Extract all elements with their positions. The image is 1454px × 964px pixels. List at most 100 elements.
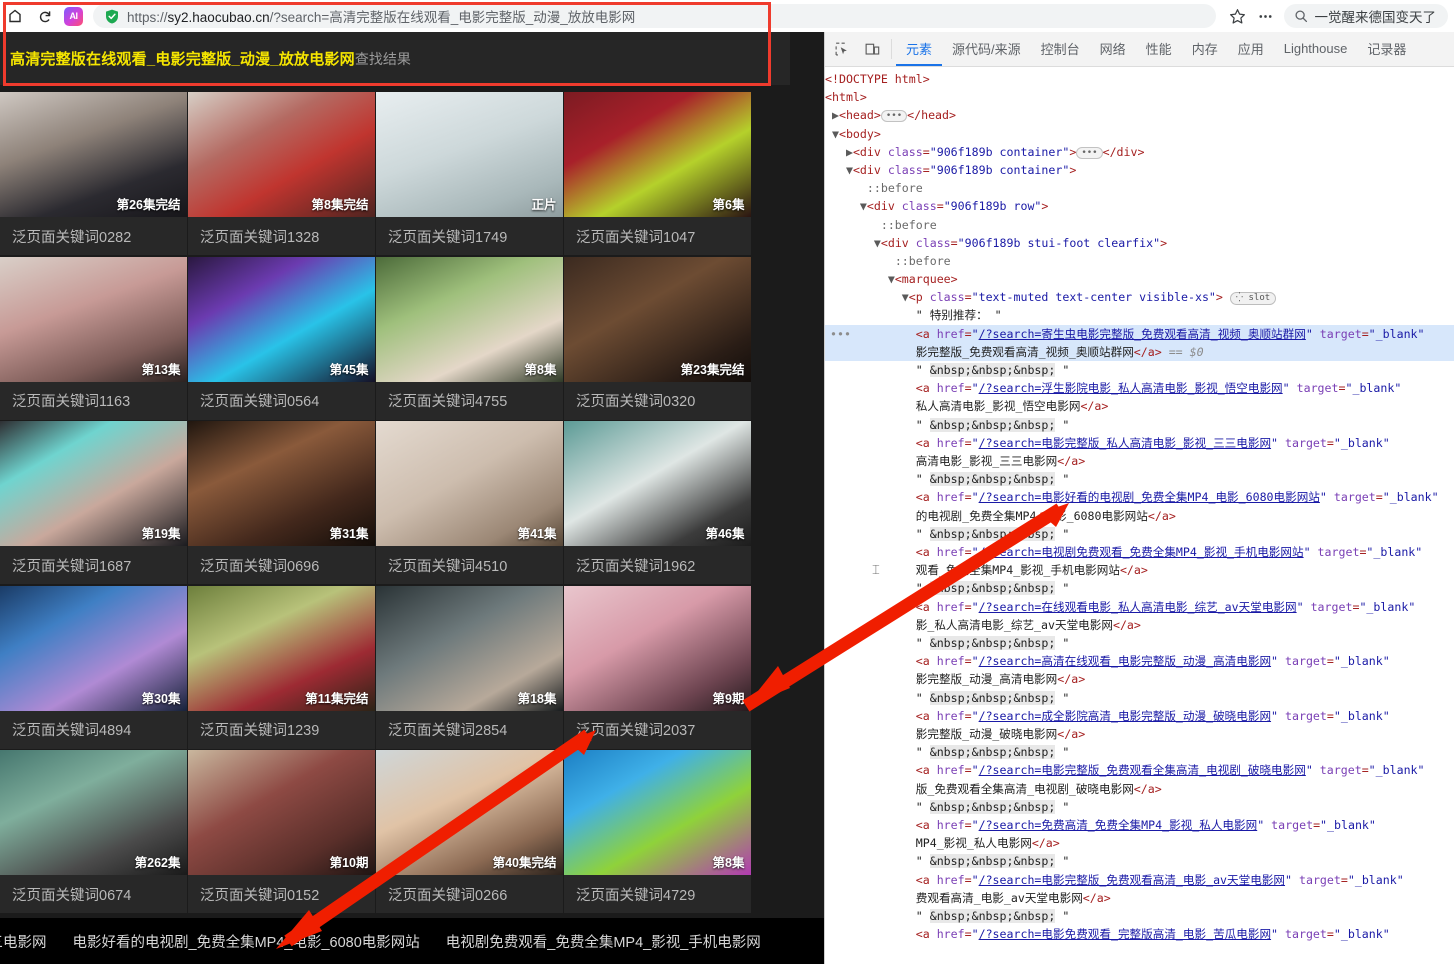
footer-link[interactable]: 三三电影网 [0, 935, 47, 951]
dom-link-href[interactable]: /?search=电影完整版_免费观看高清_电影_av天堂电影网 [979, 873, 1285, 887]
video-thumbnail[interactable]: 第8集完结 [188, 92, 375, 217]
video-card-title[interactable]: 泛页面关键词1962 [564, 546, 751, 584]
devtools-tab-5[interactable]: 内存 [1182, 32, 1228, 66]
collapsed-content-dots[interactable]: ••• [880, 110, 908, 123]
video-thumbnail[interactable]: 第41集 [376, 421, 563, 546]
video-card-title[interactable]: 泛页面关键词0564 [188, 382, 375, 420]
device-toolbar-icon[interactable] [857, 32, 887, 66]
dom-line-before-3[interactable]: ::before [825, 252, 1454, 270]
video-card-title[interactable]: 泛页面关键词1687 [0, 546, 187, 584]
footer-link[interactable]: 电视剧免费观看_免费全集MP4_影视_手机电影网 [446, 935, 761, 951]
devtools-tab-8[interactable]: 记录器 [1357, 32, 1416, 66]
dom-line-marquee[interactable]: ▼<marquee> [825, 270, 1454, 288]
search-suggestion-chip[interactable]: 一觉醒来德国变天了 [1283, 4, 1448, 28]
expand-triangle-icon[interactable]: ▶ [832, 108, 839, 122]
video-card-title[interactable]: 泛页面关键词4755 [376, 382, 563, 420]
dom-line-body[interactable]: ▼<body> [825, 125, 1454, 143]
video-card[interactable]: 第23集完结 泛页面关键词0320 [564, 256, 751, 420]
dom-line-nbsp-8[interactable]: " &nbsp;&nbsp;&nbsp; " [825, 798, 1454, 816]
more-horizontal-icon[interactable] [1252, 2, 1280, 30]
collapse-triangle-icon[interactable]: ▼ [846, 163, 853, 177]
dom-line-nbsp-6[interactable]: " &nbsp;&nbsp;&nbsp; " [825, 689, 1454, 707]
dom-line-nbsp-7[interactable]: " &nbsp;&nbsp;&nbsp; " [825, 743, 1454, 761]
video-card-title[interactable]: 泛页面关键词4729 [564, 875, 751, 913]
devtools-tab-6[interactable]: 应用 [1228, 32, 1274, 66]
collapse-triangle-icon[interactable]: ▼ [860, 199, 867, 213]
dom-line-anchor-3[interactable]: <a href="/?search=电影好看的电视剧_免费全集MP4_电影_60… [825, 488, 1454, 524]
video-card[interactable]: 第8集完结 泛页面关键词1328 [188, 92, 375, 255]
video-card[interactable]: 第31集 泛页面关键词0696 [188, 421, 375, 584]
video-thumbnail[interactable]: 第13集 [0, 256, 187, 382]
video-card[interactable]: 第11集完结 泛页面关键词1239 [188, 585, 375, 749]
dom-line-anchor-1[interactable]: <a href="/?search=浮生影院电影_私人高清电影_影视_悟空电影网… [825, 379, 1454, 415]
video-thumbnail[interactable]: 第46集 [564, 421, 751, 546]
video-card[interactable]: 第30集 泛页面关键词4894 [0, 585, 187, 749]
video-card[interactable]: 第10期 泛页面关键词0152 [188, 750, 375, 913]
video-thumbnail[interactable]: 第8集 [564, 750, 751, 875]
video-card[interactable]: 第26集完结 泛页面关键词0282 [0, 92, 187, 255]
dom-line-before-2[interactable]: ::before [825, 216, 1454, 234]
dom-line-nbsp-5[interactable]: " &nbsp;&nbsp;&nbsp; " [825, 634, 1454, 652]
devtools-tab-2[interactable]: 控制台 [1031, 32, 1090, 66]
address-bar[interactable]: https://sy2.haocubao.cn/?search=高清完整版在线观… [93, 4, 1216, 28]
star-icon[interactable] [1224, 2, 1252, 30]
expand-triangle-icon[interactable]: ▶ [846, 145, 853, 159]
dom-link-href[interactable]: /?search=电影完整版_免费观看全集高清_电视剧_破晓电影网 [979, 763, 1306, 777]
dom-link-href[interactable]: /?search=电影好看的电视剧_免费全集MP4_电影_6080电影网站 [979, 490, 1320, 504]
dom-line-anchor-6[interactable]: <a href="/?search=高清在线观看_电影完整版_动漫_高清电影网"… [825, 652, 1454, 688]
video-card-title[interactable]: 泛页面关键词4510 [376, 546, 563, 584]
dom-line-anchor-11[interactable]: <a href="/?search=电影免费观看_完整版高清_电影_苦瓜电影网"… [825, 925, 1454, 943]
dom-line-div-2[interactable]: ▼<div class="906f189b container"> [825, 161, 1454, 179]
dom-line-nbsp-3[interactable]: " &nbsp;&nbsp;&nbsp; " [825, 525, 1454, 543]
video-card[interactable]: 第45集 泛页面关键词0564 [188, 256, 375, 420]
dom-line-div-row[interactable]: ▼<div class="906f189b row"> [825, 197, 1454, 215]
video-card-title[interactable]: 泛页面关键词2854 [376, 711, 563, 749]
dom-link-href[interactable]: /?search=高清在线观看_电影完整版_动漫_高清电影网 [979, 654, 1271, 668]
dom-link-href[interactable]: /?search=浮生影院电影_私人高清电影_影视_悟空电影网 [979, 381, 1283, 395]
video-card[interactable]: 第8集 泛页面关键词4755 [376, 256, 563, 420]
dom-line-anchor-7[interactable]: <a href="/?search=成全影院高清_电影完整版_动漫_破晓电影网"… [825, 707, 1454, 743]
devtools-tab-4[interactable]: 性能 [1136, 32, 1182, 66]
dom-line-nbsp-4[interactable]: " &nbsp;&nbsp;&nbsp; " [825, 579, 1454, 597]
video-card-title[interactable]: 泛页面关键词0320 [564, 382, 751, 420]
video-thumbnail[interactable]: 第26集完结 [0, 92, 187, 217]
video-thumbnail[interactable]: 第10期 [188, 750, 375, 875]
video-thumbnail[interactable]: 第9期 [564, 585, 751, 711]
video-thumbnail[interactable]: 第6集 [564, 92, 751, 217]
dom-line-div-1[interactable]: ▶<div class="906f189b container"> ••• </di… [825, 143, 1454, 161]
dom-line-anchor-5[interactable]: <a href="/?search=在线观看电影_私人高清电影_综艺_av天堂电… [825, 598, 1454, 634]
inspect-element-icon[interactable] [827, 32, 857, 66]
reload-icon[interactable] [30, 1, 60, 31]
collapse-triangle-icon[interactable]: ▼ [902, 290, 909, 304]
video-card-title[interactable]: 泛页面关键词4894 [0, 711, 187, 749]
video-card-title[interactable]: 泛页面关键词1047 [564, 217, 751, 255]
dom-line-anchor-10[interactable]: <a href="/?search=电影完整版_免费观看高清_电影_av天堂电影… [825, 871, 1454, 907]
dom-link-href[interactable]: /?search=成全影院高清_电影完整版_动漫_破晓电影网 [979, 709, 1271, 723]
footer-marquee-text[interactable]: 三三电影网 电影好看的电视剧_免费全集MP4_电影_6080电影网站 电视剧免费观看… [0, 931, 787, 952]
dom-line-p[interactable]: ▼<p class="text-muted text-center visibl… [825, 288, 1454, 306]
dom-line-doctype[interactable]: <!DOCTYPE html> [825, 70, 1454, 88]
dom-line-anchor-0[interactable]: ••• <a href="/?search=寄生虫电影完整版_免费观看高清_视频… [825, 324, 1454, 362]
dom-line-anchor-4[interactable]: <a href="/?search=电视剧免费观看_免费全集MP4_影视_手机电… [825, 543, 1454, 579]
dom-line-nbsp-2[interactable]: " &nbsp;&nbsp;&nbsp; " [825, 470, 1454, 488]
dom-line-head[interactable]: ▶<head> ••• </head> [825, 106, 1454, 124]
video-thumbnail[interactable]: 第11集完结 [188, 585, 375, 711]
video-card[interactable]: 第41集 泛页面关键词4510 [376, 421, 563, 584]
dom-line-anchor-9[interactable]: <a href="/?search=免费高清_免费全集MP4_影视_私人电影网"… [825, 816, 1454, 852]
video-thumbnail[interactable]: 第45集 [188, 256, 375, 382]
devtools-tab-7[interactable]: Lighthouse [1274, 32, 1358, 66]
video-card[interactable]: 第8集 泛页面关键词4729 [564, 750, 751, 913]
dom-line-before-1[interactable]: ::before [825, 179, 1454, 197]
video-card[interactable]: 第9期 泛页面关键词2037 [564, 585, 751, 749]
video-thumbnail[interactable]: 第18集 [376, 585, 563, 711]
home-icon[interactable] [0, 1, 30, 31]
video-card-title[interactable]: 泛页面关键词0696 [188, 546, 375, 584]
video-card-title[interactable]: 泛页面关键词1163 [0, 382, 187, 420]
ai-assistant-badge[interactable]: AI [64, 6, 83, 26]
devtools-tab-3[interactable]: 网络 [1090, 32, 1136, 66]
video-card-title[interactable]: 泛页面关键词1749 [376, 217, 563, 255]
dom-line-nbsp-10[interactable]: " &nbsp;&nbsp;&nbsp; " [825, 907, 1454, 925]
video-card-title[interactable]: 泛页面关键词0266 [376, 875, 563, 913]
video-card[interactable]: 第46集 泛页面关键词1962 [564, 421, 751, 584]
video-card-title[interactable]: 泛页面关键词0674 [0, 875, 187, 913]
